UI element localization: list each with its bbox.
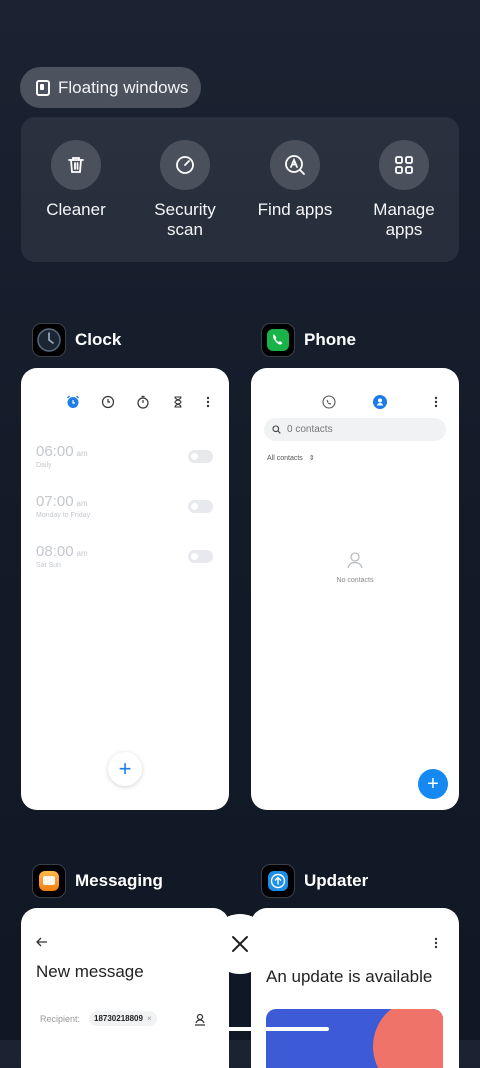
security-scan-button[interactable]: Security scan [130, 140, 240, 240]
manage-apps-label: Manage apps [373, 200, 435, 239]
search-icon [272, 425, 281, 434]
updater-app-title: Updater [304, 871, 369, 890]
manage-apps-button[interactable]: Manage apps [349, 140, 459, 240]
add-alarm-button[interactable]: + [108, 752, 142, 786]
new-message-heading: New message [36, 962, 144, 981]
stopwatch-tab-icon[interactable] [136, 395, 150, 409]
update-heading: An update is available [266, 967, 433, 986]
cleaner-label: Cleaner [46, 200, 106, 219]
recipient-label: Recipient: [40, 1014, 81, 1024]
find-apps-button[interactable]: Find apps [240, 140, 350, 220]
trash-icon [51, 140, 101, 190]
updater-app-icon [261, 864, 295, 898]
updater-app-card[interactable]: An update is available [251, 908, 459, 1068]
world-clock-tab-icon[interactable] [101, 395, 115, 409]
cleaner-button[interactable]: Cleaner [21, 140, 131, 220]
alarm-repeat: Daily [36, 462, 52, 469]
alarm-time: 07:00 [36, 493, 74, 510]
updater-app-header[interactable]: Updater [261, 864, 368, 898]
find-apps-label: Find apps [257, 200, 333, 219]
security-scan-icon [160, 140, 210, 190]
close-all-button[interactable] [210, 914, 270, 974]
alarm-item[interactable]: 06:00 am Daily [36, 443, 88, 469]
phone-app-icon [261, 323, 295, 357]
remove-recipient-icon[interactable]: × [147, 1014, 152, 1023]
messaging-app-header[interactable]: Messaging [32, 864, 163, 898]
grid-icon [379, 140, 429, 190]
phone-app-title: Phone [304, 330, 356, 349]
alarm-toggle[interactable] [188, 500, 213, 513]
alarm-time: 08:00 [36, 543, 74, 560]
floating-window-icon [36, 79, 50, 96]
security-scan-label: Security scan [154, 200, 216, 239]
clock-app-card[interactable]: 06:00 am Daily 07:00 am Monday to Friday 0… [21, 368, 229, 810]
more-options-icon[interactable] [429, 395, 443, 414]
search-placeholder: 0 contacts [287, 424, 333, 435]
clock-app-header[interactable]: Clock [32, 323, 121, 357]
alarm-time: 06:00 [36, 443, 74, 460]
messaging-app-title: Messaging [75, 871, 163, 890]
sort-icon: ⇕ [308, 455, 315, 462]
close-icon [232, 936, 248, 952]
alarm-toggle[interactable] [188, 550, 213, 563]
alarm-repeat: Sat Sun [36, 562, 61, 569]
find-apps-icon [270, 140, 320, 190]
back-arrow-icon[interactable] [35, 935, 49, 954]
messaging-app-icon [32, 864, 66, 898]
home-indicator[interactable] [151, 1027, 329, 1031]
more-options-icon[interactable] [201, 395, 215, 409]
alarm-tab-icon[interactable] [66, 395, 80, 409]
empty-contacts-text: No contacts [336, 577, 374, 584]
floating-windows-label: Floating windows [58, 77, 189, 97]
more-options-icon[interactable] [429, 936, 443, 955]
timer-tab-icon[interactable] [171, 395, 185, 409]
quick-actions-panel: Cleaner Security scan Find apps Manage a… [21, 117, 459, 262]
phone-app-header[interactable]: Phone [261, 323, 356, 357]
empty-contacts-icon [345, 550, 365, 575]
alarm-toggle[interactable] [188, 450, 213, 463]
contacts-filter-dropdown[interactable]: All contacts ⇕ [267, 454, 315, 463]
contacts-tab-icon[interactable] [373, 395, 387, 414]
recipient-chip[interactable]: 18730218809 × [89, 1011, 157, 1026]
add-contact-button[interactable]: + [418, 769, 448, 799]
phone-app-card[interactable]: 0 contacts All contacts ⇕ No contacts + [251, 368, 459, 810]
clock-app-icon [32, 323, 66, 357]
messaging-app-card[interactable]: New message Recipient: 18730218809 × [21, 908, 229, 1068]
alarm-item[interactable]: 08:00 am Sat Sun [36, 543, 88, 569]
update-banner-image [266, 1009, 443, 1068]
alarm-item[interactable]: 07:00 am Monday to Friday [36, 493, 90, 519]
recents-tab-icon[interactable] [322, 395, 336, 414]
clock-app-title: Clock [75, 330, 122, 349]
alarm-repeat: Monday to Friday [36, 512, 91, 519]
floating-windows-button[interactable]: Floating windows [20, 67, 201, 108]
contacts-search-input[interactable]: 0 contacts [264, 418, 446, 441]
